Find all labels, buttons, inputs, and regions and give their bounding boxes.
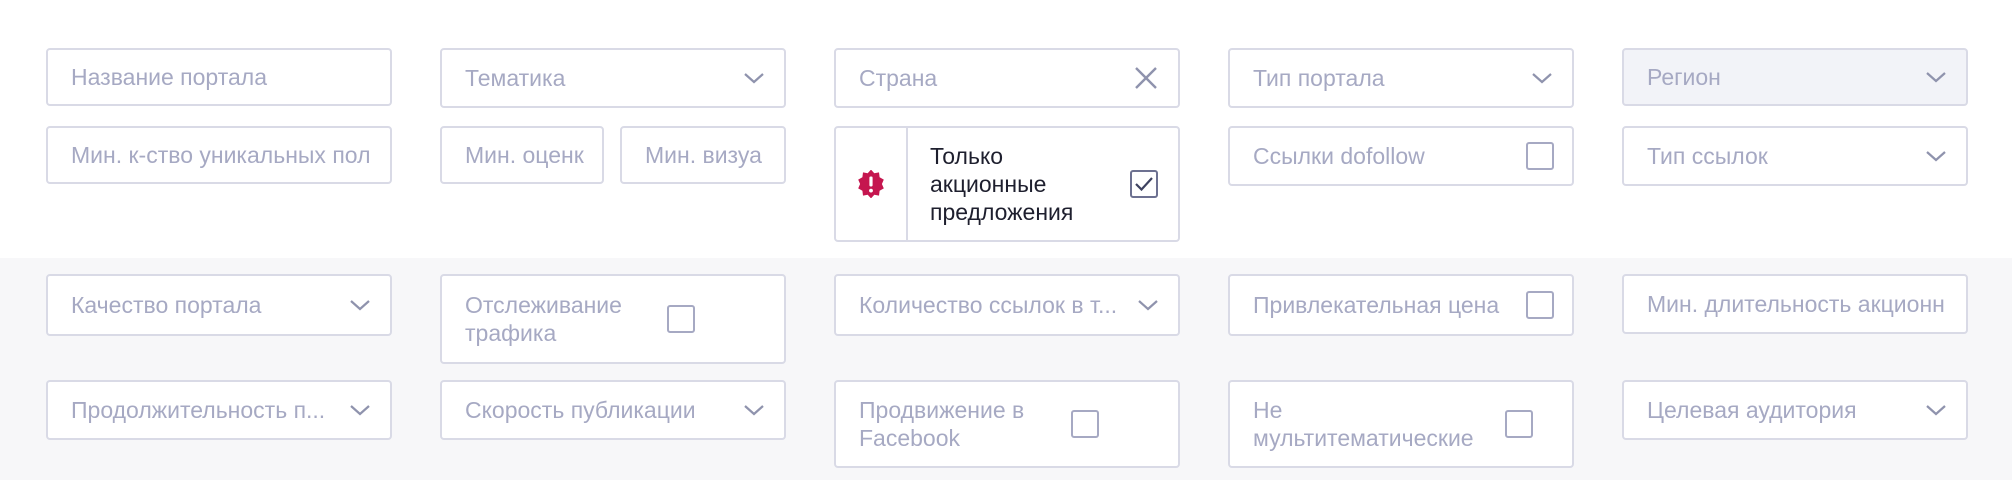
chevron-down-icon: [1926, 405, 1946, 416]
promo-badge-icon: [858, 170, 884, 198]
chevron-down-icon: [1926, 151, 1946, 162]
duration-placeholder: Продолжительность п...: [71, 397, 326, 423]
promo-badge: [836, 128, 908, 240]
promo-only-checkbox[interactable]: [1130, 170, 1158, 198]
chevron-down-icon: [350, 405, 370, 416]
chevron-down-icon: [744, 405, 764, 416]
min-rating-input[interactable]: Мин. оценк: [440, 126, 604, 184]
min-unique-users-input[interactable]: Мин. к-ство уникальных пол: [46, 126, 392, 184]
chevron-down-icon: [350, 300, 370, 311]
portal-quality-placeholder: Качество портала: [71, 292, 262, 318]
traffic-tracking-filter[interactable]: Отслеживание трафика: [440, 274, 786, 364]
country-select[interactable]: Страна: [834, 48, 1180, 108]
portal-name-input[interactable]: Название портала: [46, 48, 392, 106]
promo-only-filter[interactable]: Только акционные предложения: [834, 126, 1180, 242]
not-multithematic-filter[interactable]: Не мультитематические: [1228, 380, 1574, 468]
min-unique-users-placeholder: Мин. к-ство уникальных пол: [71, 142, 371, 168]
link-type-placeholder: Тип ссылок: [1647, 143, 1768, 169]
region-placeholder: Регион: [1647, 64, 1721, 90]
dofollow-links-label: Ссылки dofollow: [1253, 143, 1425, 169]
not-multithematic-checkbox[interactable]: [1505, 410, 1533, 438]
traffic-tracking-label: Отслеживание трафика: [465, 292, 622, 346]
portal-name-placeholder: Название портала: [71, 64, 267, 90]
chevron-down-icon: [1138, 300, 1158, 311]
link-type-select[interactable]: Тип ссылок: [1622, 126, 1968, 186]
portal-type-select[interactable]: Тип портала: [1228, 48, 1574, 108]
dofollow-links-checkbox[interactable]: [1526, 142, 1554, 170]
target-audience-select[interactable]: Целевая аудитория: [1622, 380, 1968, 440]
links-in-text-select[interactable]: Количество ссылок в т...: [834, 274, 1180, 336]
clear-icon[interactable]: [1132, 64, 1160, 92]
target-audience-placeholder: Целевая аудитория: [1647, 397, 1857, 423]
promo-only-label: Только акционные предложения: [930, 143, 1074, 225]
duration-select[interactable]: Продолжительность п...: [46, 380, 392, 440]
publication-speed-placeholder: Скорость публикации: [465, 397, 696, 423]
min-visual-input[interactable]: Мин. визуа: [620, 126, 786, 184]
portal-quality-select[interactable]: Качество портала: [46, 274, 392, 336]
portal-type-placeholder: Тип портала: [1253, 65, 1385, 91]
not-multithematic-label: Не мультитематические: [1253, 397, 1474, 451]
attractive-price-label: Привлекательная цена: [1253, 292, 1500, 318]
traffic-tracking-checkbox[interactable]: [667, 305, 695, 333]
attractive-price-filter[interactable]: Привлекательная цена: [1228, 274, 1574, 336]
min-rating-placeholder: Мин. оценк: [465, 142, 584, 168]
links-in-text-placeholder: Количество ссылок в т...: [859, 292, 1118, 318]
min-promo-duration-placeholder: Мин. длительность акционн: [1647, 291, 1945, 317]
facebook-promotion-checkbox[interactable]: [1071, 410, 1099, 438]
topic-placeholder: Тематика: [465, 65, 566, 91]
min-promo-duration-input[interactable]: Мин. длительность акционн: [1622, 274, 1968, 334]
region-select: Регион: [1622, 48, 1968, 106]
chevron-down-icon: [1532, 73, 1552, 84]
chevron-down-icon: [744, 73, 764, 84]
facebook-promotion-filter[interactable]: Продвижение в Facebook: [834, 380, 1180, 468]
min-visual-placeholder: Мин. визуа: [645, 142, 762, 168]
checkmark-icon: [1135, 177, 1153, 192]
topic-select[interactable]: Тематика: [440, 48, 786, 108]
publication-speed-select[interactable]: Скорость публикации: [440, 380, 786, 440]
facebook-promotion-label: Продвижение в Facebook: [859, 397, 1025, 451]
dofollow-links-filter[interactable]: Ссылки dofollow: [1228, 126, 1574, 186]
attractive-price-checkbox[interactable]: [1526, 291, 1554, 319]
chevron-down-icon: [1926, 72, 1946, 83]
country-placeholder: Страна: [859, 65, 938, 91]
